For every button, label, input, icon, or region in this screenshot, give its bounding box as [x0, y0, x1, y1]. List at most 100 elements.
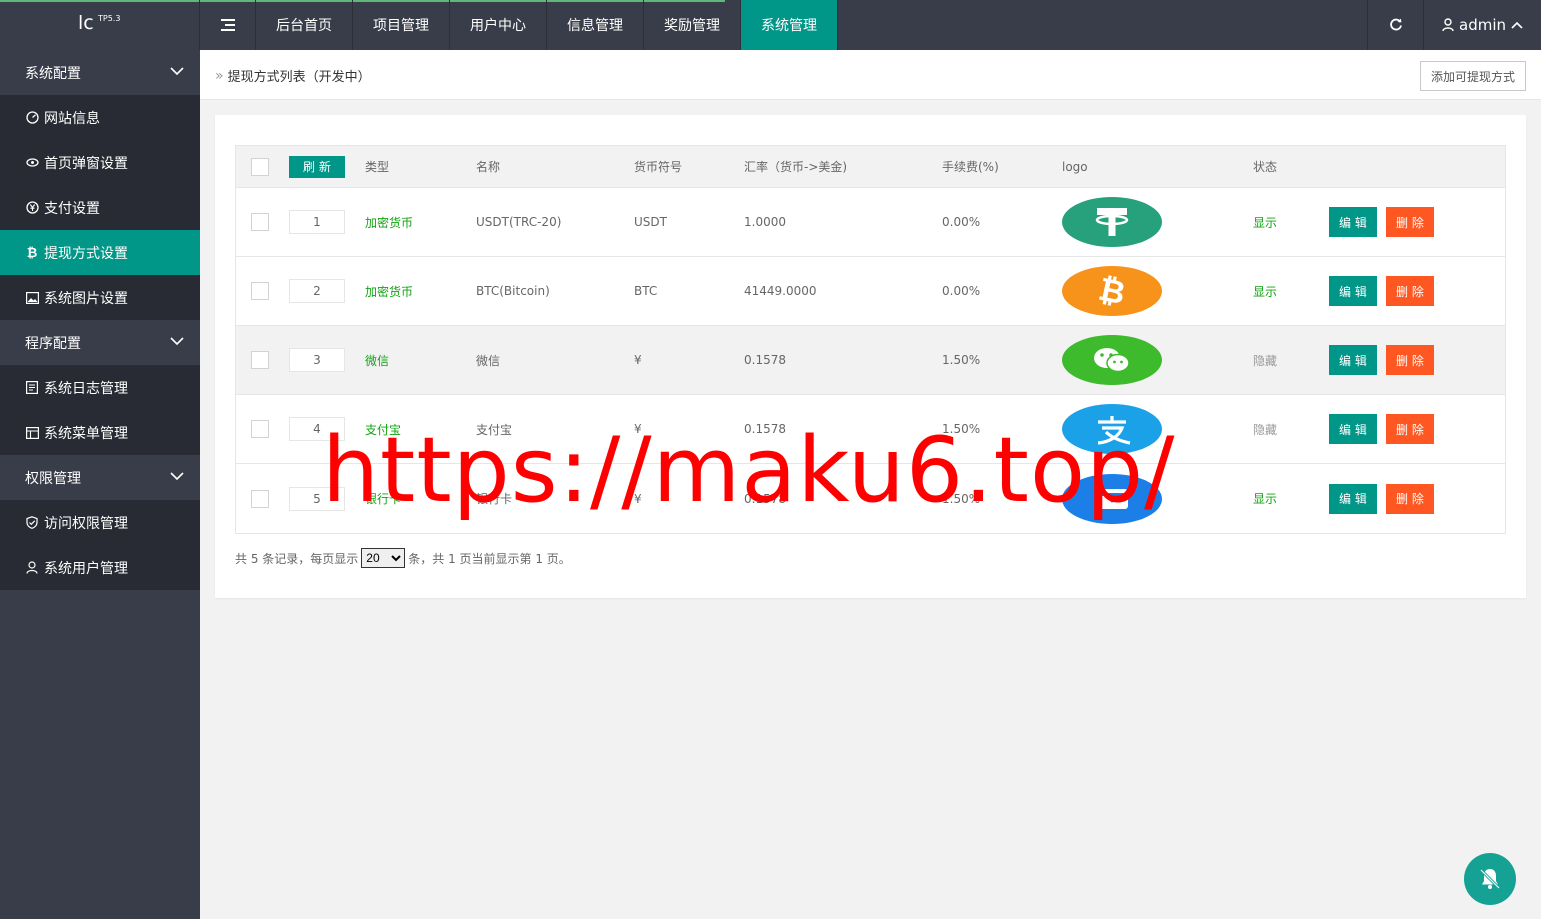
image-icon — [25, 291, 39, 305]
edit-button[interactable]: 编 辑 — [1329, 207, 1377, 237]
sidebar-item-payment-settings[interactable]: 支付设置 — [0, 185, 200, 230]
app-logo[interactable]: lc TP5.3 — [0, 0, 200, 50]
name-cell: USDT(TRC-20) — [476, 215, 562, 229]
sort-order-input[interactable] — [289, 279, 345, 303]
rate-cell: 0.1578 — [744, 353, 786, 367]
watermark-url: https://maku6.top/ — [322, 418, 1176, 523]
type-cell: 微信 — [365, 353, 390, 368]
select-all-checkbox[interactable] — [251, 157, 269, 176]
sort-order-input[interactable] — [289, 348, 345, 372]
sidebar-item-label: 提现方式设置 — [44, 245, 128, 262]
table-card: 刷 新 类型 名称 货币符号 汇率（货币->美金) 手续费(%) logo 状态… — [215, 115, 1526, 598]
sidebar-group-program-config[interactable]: 程序配置 — [0, 320, 200, 365]
page-title: 提现方式列表（开发中） — [227, 70, 371, 85]
type-cell: 加密货币 — [365, 284, 414, 299]
chevron-down-icon — [170, 472, 184, 481]
sidebar-item-access-permissions[interactable]: 访问权限管理 — [0, 500, 200, 545]
delete-button[interactable]: 删 除 — [1386, 483, 1434, 514]
user-menu[interactable]: admin — [1423, 0, 1541, 50]
delete-button[interactable]: 删 除 — [1386, 276, 1434, 306]
symbol-cell: BTC — [634, 284, 658, 298]
symbol-cell: USDT — [634, 215, 667, 229]
delete-button[interactable]: 删 除 — [1386, 207, 1434, 237]
column-header-fee: 手续费(%) — [942, 160, 999, 174]
edit-button[interactable]: 编 辑 — [1329, 276, 1377, 306]
page-size-select[interactable]: 20 — [361, 548, 406, 568]
type-cell: 加密货币 — [365, 215, 414, 230]
delete-button[interactable]: 删 除 — [1386, 345, 1434, 375]
fee-cell: 0.00% — [942, 215, 981, 229]
sidebar-item-withdraw-settings[interactable]: ₿ 提现方式设置 — [0, 230, 200, 275]
sidebar-group-permissions[interactable]: 权限管理 — [0, 455, 200, 500]
sidebar-item-system-users[interactable]: 系统用户管理 — [0, 545, 200, 590]
refresh-icon — [1389, 18, 1402, 31]
add-withdraw-method-button[interactable]: 添加可提现方式 — [1419, 61, 1526, 91]
menu-table-icon — [25, 426, 39, 440]
sidebar-item-popup-settings[interactable]: 首页弹窗设置 — [0, 140, 200, 185]
table-row: 加密货币 USDT(TRC-20) USDT 1.0000 0.00% 显示 编… — [236, 188, 1505, 257]
refresh-page-button[interactable] — [1367, 0, 1423, 50]
sidebar-item-label: 系统日志管理 — [44, 380, 128, 397]
column-header-type: 类型 — [365, 160, 390, 174]
breadcrumb-bar: » 提现方式列表（开发中） 添加可提现方式 — [200, 50, 1541, 100]
sidebar: 系统配置 网站信息 首页弹窗设置 支付设置 ₿ 提现方式设置 系统图片设置 程序… — [0, 50, 200, 919]
row-checkbox[interactable] — [251, 351, 269, 369]
breadcrumb: » 提现方式列表（开发中） — [215, 66, 371, 86]
shield-icon — [25, 516, 39, 530]
sidebar-item-system-logs[interactable]: 系统日志管理 — [0, 365, 200, 410]
column-header-status: 状态 — [1253, 160, 1278, 174]
topnav-rewards[interactable]: 奖励管理 — [644, 0, 741, 50]
sidebar-item-label: 系统用户管理 — [44, 560, 128, 577]
yen-icon — [25, 201, 39, 215]
tether-logo — [1062, 197, 1162, 247]
status-cell: 隐藏 — [1253, 422, 1278, 437]
edit-button[interactable]: 编 辑 — [1329, 345, 1377, 375]
sidebar-item-system-menu[interactable]: 系统菜单管理 — [0, 410, 200, 455]
sidebar-item-label: 访问权限管理 — [44, 515, 128, 532]
status-cell: 隐藏 — [1253, 353, 1278, 368]
topnav-dashboard[interactable]: 后台首页 — [256, 0, 353, 50]
row-checkbox[interactable] — [251, 213, 269, 231]
notification-mute-button[interactable] — [1464, 853, 1516, 905]
table-header-row: 刷 新 类型 名称 货币符号 汇率（货币->美金) 手续费(%) logo 状态 — [236, 146, 1505, 188]
edit-button[interactable]: 编 辑 — [1329, 483, 1377, 514]
menu-toggle-button[interactable] — [200, 0, 256, 50]
double-chevron-right-icon: » — [215, 67, 224, 84]
sidebar-item-site-info[interactable]: 网站信息 — [0, 95, 200, 140]
top-navigation: 后台首页 项目管理 用户中心 信息管理 奖励管理 系统管理 — [256, 0, 838, 50]
column-header-logo: logo — [1062, 159, 1088, 174]
table-row: 加密货币 BTC(Bitcoin) BTC 41449.0000 0.00% ₿… — [236, 257, 1505, 326]
user-icon — [25, 561, 39, 575]
topnav-projects[interactable]: 项目管理 — [353, 0, 450, 50]
topnav-system[interactable]: 系统管理 — [741, 0, 838, 50]
row-checkbox[interactable] — [251, 282, 269, 300]
bitcoin-icon: ₿ — [26, 245, 38, 261]
sidebar-item-label: 系统菜单管理 — [44, 425, 128, 442]
popup-icon — [25, 156, 39, 170]
top-bar: lc TP5.3 后台首页 项目管理 用户中心 信息管理 奖励管理 系统管理 a… — [0, 0, 1541, 50]
table-refresh-button[interactable]: 刷 新 — [289, 155, 345, 178]
sidebar-item-label: 支付设置 — [44, 200, 100, 217]
status-cell: 显示 — [1253, 215, 1278, 230]
sort-order-input[interactable] — [289, 210, 345, 234]
name-cell: 微信 — [476, 353, 501, 368]
row-checkbox[interactable] — [251, 420, 269, 438]
rate-cell: 41449.0000 — [744, 284, 817, 298]
bitcoin-logo: ₿ — [1062, 266, 1162, 316]
logo-version: TP5.3 — [98, 14, 121, 23]
delete-button[interactable]: 删 除 — [1386, 414, 1434, 444]
sidebar-group-system-config[interactable]: 系统配置 — [0, 50, 200, 95]
fee-cell: 0.00% — [942, 284, 981, 298]
sidebar-group-label: 程序配置 — [25, 335, 81, 352]
status-cell: 显示 — [1253, 492, 1278, 506]
edit-button[interactable]: 编 辑 — [1329, 414, 1377, 444]
topnav-info[interactable]: 信息管理 — [547, 0, 644, 50]
topnav-users[interactable]: 用户中心 — [450, 0, 547, 50]
top-right-tools: admin — [1367, 0, 1541, 50]
row-checkbox[interactable] — [251, 489, 269, 508]
sidebar-item-image-settings[interactable]: 系统图片设置 — [0, 275, 200, 320]
column-header-rate: 汇率（货币->美金) — [744, 160, 848, 174]
sidebar-item-label: 网站信息 — [44, 110, 100, 127]
bell-off-icon — [1479, 868, 1501, 890]
sidebar-item-label: 首页弹窗设置 — [44, 155, 128, 172]
